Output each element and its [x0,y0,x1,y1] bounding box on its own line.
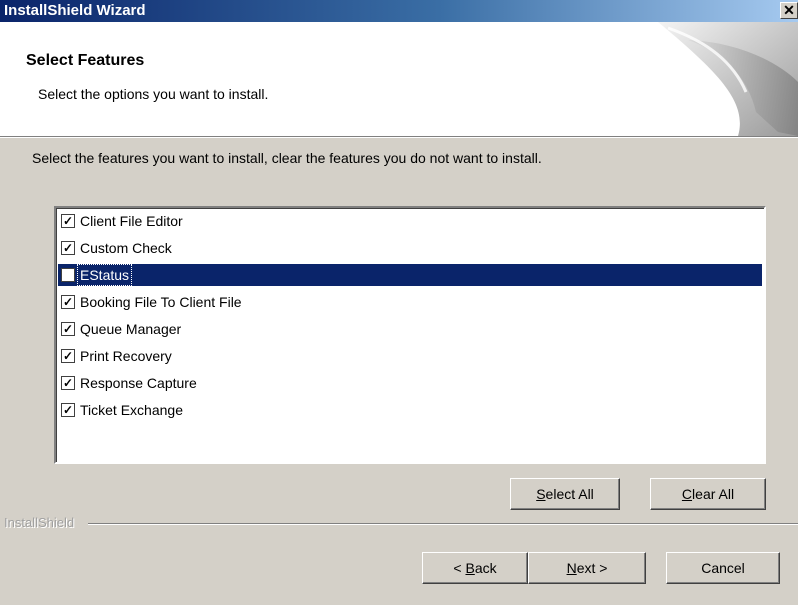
mnemonic: C [681,486,693,502]
feature-item-response-capture[interactable]: ✓ Response Capture [58,372,762,394]
title-bar[interactable]: InstallShield Wizard ✕ [0,0,798,22]
checkbox[interactable]: ✓ [61,322,75,336]
feature-label: Booking File To Client File [80,294,242,310]
button-label: ack [474,560,497,576]
button-label: ext > [576,560,608,576]
feature-item-booking-file-to-client-file[interactable]: ✓ Booking File To Client File [58,291,762,313]
button-label: lear All [692,486,735,502]
next-button[interactable]: Next > [528,552,646,584]
button-prefix: < [453,560,466,576]
page-title: Select Features [26,52,145,69]
clear-all-button[interactable]: Clear All [650,478,766,510]
installshield-brand-label: InstallShield [4,515,75,530]
mnemonic: B [465,560,475,576]
button-label: elect All [545,486,594,502]
checkbox[interactable]: ✓ [61,214,75,228]
checkbox[interactable]: ✓ [61,349,75,363]
window-title: InstallShield Wizard [4,2,146,19]
feature-list[interactable]: ✓ Client File Editor ✓ Custom Check ESta… [54,206,766,464]
feature-label: EStatus [76,264,133,286]
page-curl-graphic [658,22,798,136]
close-icon: ✕ [783,2,795,18]
wizard-header: Select Features Select the options you w… [0,22,798,137]
checkbox[interactable]: ✓ [61,376,75,390]
separator [88,523,798,525]
feature-item-client-file-editor[interactable]: ✓ Client File Editor [58,210,762,232]
checkbox[interactable]: ✓ [61,295,75,309]
feature-item-print-recovery[interactable]: ✓ Print Recovery [58,345,762,367]
feature-label: Queue Manager [80,321,182,337]
feature-label: Custom Check [80,240,172,256]
back-button[interactable]: < Back [422,552,528,584]
feature-label: Ticket Exchange [80,402,183,418]
select-all-button[interactable]: Select All [510,478,620,510]
feature-item-estatus[interactable]: EStatus [58,264,762,286]
mnemonic: S [536,486,546,502]
checkbox[interactable] [61,268,75,282]
checkbox[interactable]: ✓ [61,241,75,255]
feature-label: Client File Editor [80,213,183,229]
feature-item-ticket-exchange[interactable]: ✓ Ticket Exchange [58,399,762,421]
feature-label: Print Recovery [80,348,172,364]
checkbox[interactable]: ✓ [61,403,75,417]
mnemonic: N [566,560,577,576]
installshield-wizard-window: InstallShield Wizard ✕ Select Features S… [0,0,798,605]
cancel-button[interactable]: Cancel [666,552,780,584]
feature-item-custom-check[interactable]: ✓ Custom Check [58,237,762,259]
feature-item-queue-manager[interactable]: ✓ Queue Manager [58,318,762,340]
feature-label: Response Capture [80,375,197,391]
instruction-text: Select the features you want to install,… [32,150,542,166]
button-label: Cancel [701,560,745,576]
close-button[interactable]: ✕ [780,2,798,19]
page-subtitle: Select the options you want to install. [38,86,269,102]
